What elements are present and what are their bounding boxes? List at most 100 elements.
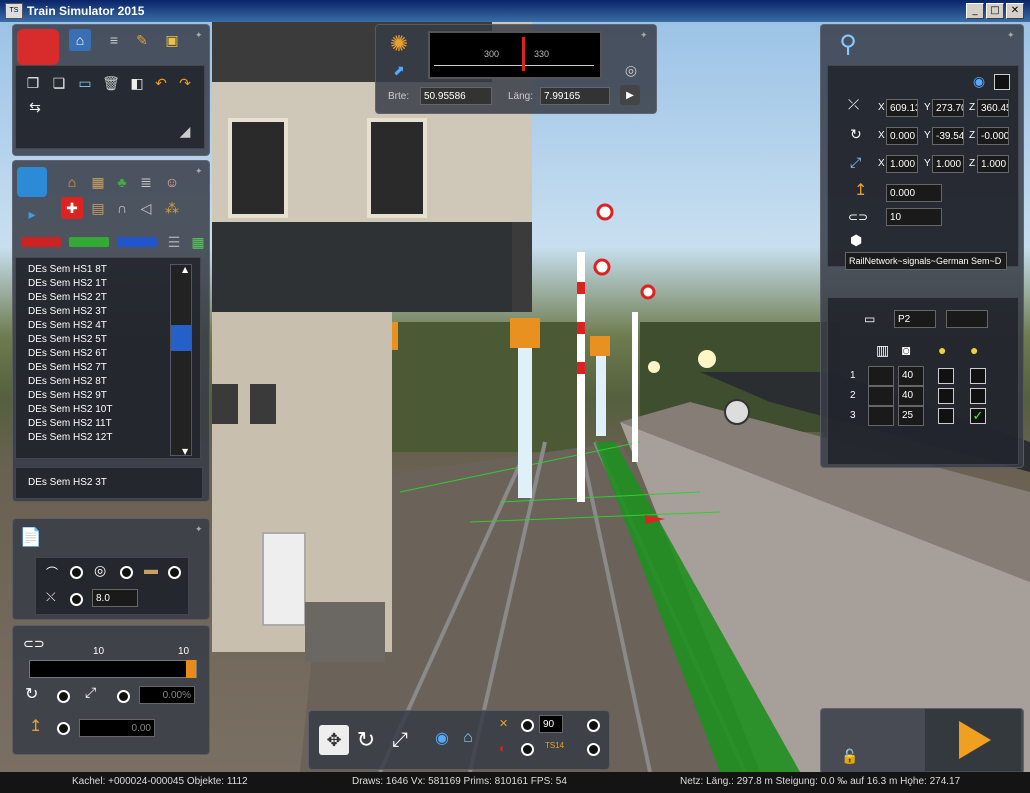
longitude-field[interactable]: 7.99165 (540, 87, 610, 105)
list-scrollbar[interactable]: ▲ ▼ (170, 264, 192, 456)
hay-category-icon[interactable]: ⁂ (161, 197, 183, 219)
filter-green[interactable] (69, 237, 109, 247)
snap-rail-radio[interactable] (168, 566, 181, 579)
cube-icon[interactable] (17, 167, 47, 197)
undo-icon[interactable]: ↶ (150, 72, 172, 94)
redo-icon[interactable]: ↷ (174, 72, 196, 94)
snap-distance-field[interactable]: 8.0 (92, 589, 138, 607)
rot-z-field[interactable]: -0.000 (977, 127, 1009, 145)
density-slider-handle[interactable] (186, 660, 196, 678)
row-2-check-a[interactable] (938, 388, 954, 404)
pin-icon[interactable]: ✦ (195, 31, 205, 41)
snap-target-radio[interactable] (120, 566, 133, 579)
signal-category-icon[interactable]: ✚ (61, 197, 83, 219)
delete-icon[interactable]: 🗑 (100, 72, 122, 94)
row-1-blank[interactable] (868, 366, 894, 386)
pos-y-field[interactable]: 273.700 (932, 99, 964, 117)
row-3-check-a[interactable] (938, 408, 954, 424)
toolbox-icon[interactable] (17, 29, 59, 65)
rot-y-field[interactable]: -39.549 (932, 127, 964, 145)
copy-icon[interactable]: ❐ (22, 72, 44, 94)
rotate-icon[interactable]: ↻ (351, 725, 381, 755)
play-button[interactable] (925, 709, 1021, 771)
paint-brush-icon[interactable]: ✎ (131, 29, 153, 51)
world-checkbox[interactable] (994, 74, 1010, 90)
pin-icon[interactable]: ✦ (195, 525, 205, 535)
move-icon[interactable]: ✥ (319, 725, 349, 755)
close-button[interactable]: ✕ (1006, 3, 1024, 19)
height-offset-radio[interactable] (57, 722, 70, 735)
home-icon[interactable]: ⌂ (69, 29, 91, 51)
arch-category-icon[interactable]: ∩ (111, 197, 133, 219)
scale-z-field[interactable]: 1.000 (977, 155, 1009, 173)
scale-y-field[interactable]: 1.000 (932, 155, 964, 173)
reset-view-icon[interactable]: ◎ (620, 59, 642, 81)
list-view-icon[interactable]: ☰ (163, 231, 185, 253)
scale-tool-icon[interactable]: ⤢ (385, 725, 415, 755)
count-field[interactable]: 10 (886, 208, 942, 226)
signal-stop-radio[interactable] (521, 743, 534, 756)
paste-icon[interactable]: ❏ (48, 72, 70, 94)
speed-limit-field[interactable]: 90 (539, 715, 563, 733)
track-icon[interactable]: ≡ (103, 29, 125, 51)
home-view-icon[interactable]: ⌂ (457, 727, 479, 749)
clone-icon[interactable]: ◧ (126, 72, 148, 94)
monitor-icon[interactable]: ▭ (74, 72, 96, 94)
maximize-button[interactable]: □ (986, 3, 1004, 19)
scale-random-radio[interactable] (117, 690, 130, 703)
asset-path-field[interactable]: RailNetwork~signals~German Sem~D (845, 252, 1007, 270)
snap-distance-radio[interactable] (70, 593, 83, 606)
row-3-check-b[interactable]: ✓ (970, 408, 986, 424)
bridge-category-icon[interactable]: ▤ (87, 197, 109, 219)
row-1-check-a[interactable] (938, 368, 954, 384)
row-3-value[interactable]: 25 (898, 406, 924, 426)
latitude-field[interactable]: 50.95586 (420, 87, 492, 105)
minimize-button[interactable]: _ (966, 3, 984, 19)
pin-icon[interactable]: ✦ (1007, 31, 1017, 41)
track-category-icon[interactable]: ≣ (135, 171, 157, 193)
pos-z-field[interactable]: 360.454 (977, 99, 1009, 117)
scale-x-field[interactable]: 1.000 (886, 155, 918, 173)
density-slider[interactable] (29, 660, 197, 678)
scroll-down-icon[interactable]: ▼ (170, 445, 192, 456)
row-2-check-b[interactable] (970, 388, 986, 404)
filter-red[interactable] (21, 237, 61, 247)
scroll-thumb[interactable] (171, 325, 191, 351)
properties-icon[interactable]: 📄 (17, 523, 45, 551)
train-icon[interactable]: ▣ (161, 29, 183, 51)
speed-lock-radio[interactable] (587, 719, 600, 732)
pin-icon[interactable]: ✦ (640, 31, 650, 41)
compass-rose-icon[interactable]: ✺ (384, 29, 414, 59)
ts-radio[interactable] (587, 743, 600, 756)
row-3-blank[interactable] (868, 406, 894, 426)
platform-extra-field[interactable] (946, 310, 988, 328)
expand-icon[interactable]: ▸ (21, 203, 43, 225)
house-category-icon[interactable]: ⌂ (61, 171, 83, 193)
row-2-blank[interactable] (868, 386, 894, 406)
people-category-icon[interactable]: ☺ (161, 171, 183, 193)
scroll-up-icon[interactable]: ▲ (170, 263, 192, 274)
tree-category-icon[interactable]: ♣ (111, 171, 133, 193)
resize-icon[interactable]: ◢ (174, 120, 196, 142)
industry-category-icon[interactable]: ▦ (87, 171, 109, 193)
snap-track-radio[interactable] (70, 566, 83, 579)
row-1-value[interactable]: 40 (898, 366, 924, 386)
world-view-icon[interactable]: ◉ (431, 727, 453, 749)
filter-blue[interactable] (117, 237, 157, 247)
height-offset-field[interactable]: 0.00 (79, 719, 155, 737)
map-pin-icon[interactable]: ⬈ (388, 59, 410, 81)
grid-view-icon[interactable]: ▦ (187, 231, 209, 253)
height-field[interactable]: 0.000 (886, 184, 942, 202)
horn-category-icon[interactable]: ◁ (135, 197, 157, 219)
pin-icon[interactable]: ✦ (195, 167, 205, 177)
magnifier-icon[interactable]: ⚲ (831, 27, 865, 61)
row-1-check-b[interactable] (970, 368, 986, 384)
platform-name-field[interactable]: P2 (894, 310, 936, 328)
rotate-random-radio[interactable] (57, 690, 70, 703)
speed-limit-radio[interactable] (521, 719, 534, 732)
world-icon[interactable]: ◉ (968, 70, 990, 92)
rot-x-field[interactable]: 0.000 (886, 127, 918, 145)
unlock-icon[interactable]: 🔓 (839, 745, 861, 767)
row-2-value[interactable]: 40 (898, 386, 924, 406)
pos-x-field[interactable]: 609.130 (886, 99, 918, 117)
